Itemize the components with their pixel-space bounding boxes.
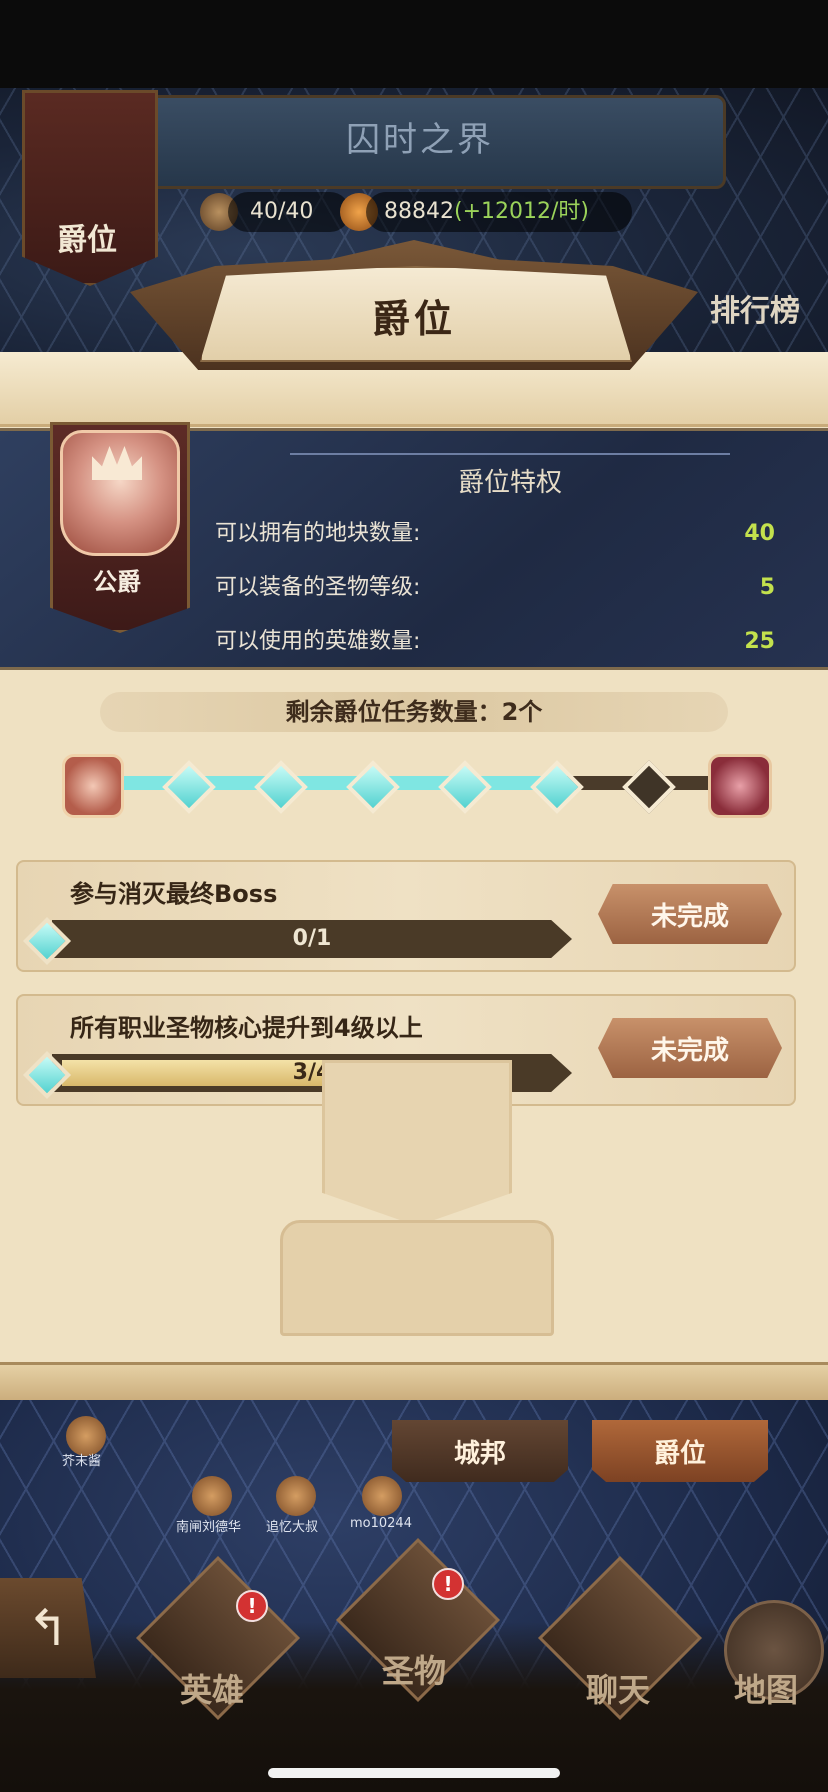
tab-rank[interactable]: 爵位 bbox=[592, 1420, 768, 1482]
rank-side-banner-label: 爵位 bbox=[57, 223, 117, 258]
coin-count: 88842(+12012/时) bbox=[366, 192, 632, 232]
alert-badge: ! bbox=[432, 1568, 464, 1600]
nav-artifacts[interactable]: 圣物 bbox=[344, 1646, 484, 1692]
privilege-row: 可以使用的英雄数量: 25 bbox=[215, 629, 775, 654]
map-player-name: 追忆大叔 bbox=[266, 1520, 319, 1535]
decorative-pedestal bbox=[280, 1220, 554, 1336]
home-indicator[interactable] bbox=[268, 1768, 560, 1778]
land-count: 40/40 bbox=[228, 192, 350, 232]
privilege-row: 可以装备的圣物等级: 5 bbox=[215, 575, 775, 600]
decorative-banner bbox=[322, 1060, 512, 1226]
tab-city[interactable]: 城邦 bbox=[392, 1420, 568, 1482]
privilege-row: 可以拥有的地块数量: 40 bbox=[215, 521, 775, 546]
remaining-tasks-text: 剩余爵位任务数量：2个 bbox=[285, 698, 543, 726]
current-rank-icon bbox=[62, 754, 124, 818]
alert-badge: ! bbox=[236, 1590, 268, 1622]
task-progress-text: 0/1 bbox=[292, 926, 332, 951]
nav-heroes[interactable]: 英雄 bbox=[142, 1665, 282, 1711]
map-player-name: 南闸刘德华 bbox=[176, 1520, 242, 1535]
status-bar bbox=[0, 0, 828, 88]
badge-label: 公爵 bbox=[93, 568, 141, 596]
task-status-button[interactable]: 未完成 bbox=[598, 1018, 782, 1078]
map-unit-icon[interactable] bbox=[276, 1476, 316, 1516]
zone-title: 囚时之界 bbox=[346, 120, 494, 160]
privilege-divider bbox=[290, 453, 730, 455]
map-unit-icon[interactable] bbox=[192, 1476, 232, 1516]
panel-bottom-rim bbox=[0, 1362, 828, 1405]
next-rank-icon bbox=[708, 754, 772, 818]
map-player-name: mo10244 bbox=[350, 1516, 412, 1531]
task-title: 参与消灭最终Boss bbox=[70, 880, 278, 908]
nav-chat[interactable]: 聊天 bbox=[548, 1665, 688, 1711]
privilege-heading: 爵位特权 bbox=[457, 468, 562, 498]
duke-crest-icon bbox=[60, 430, 180, 556]
task-title: 所有职业圣物核心提升到4级以上 bbox=[70, 1014, 423, 1042]
panel-title: 爵位 bbox=[371, 297, 456, 341]
leaderboard-label: 排行榜 bbox=[710, 294, 800, 329]
task-status-button[interactable]: 未完成 bbox=[598, 884, 782, 944]
map-unit-icon[interactable] bbox=[362, 1476, 402, 1516]
back-button[interactable]: ↰ bbox=[0, 1578, 96, 1678]
nav-map[interactable]: 地图 bbox=[696, 1665, 828, 1711]
map-player-name: 芥末酱 bbox=[62, 1454, 102, 1469]
